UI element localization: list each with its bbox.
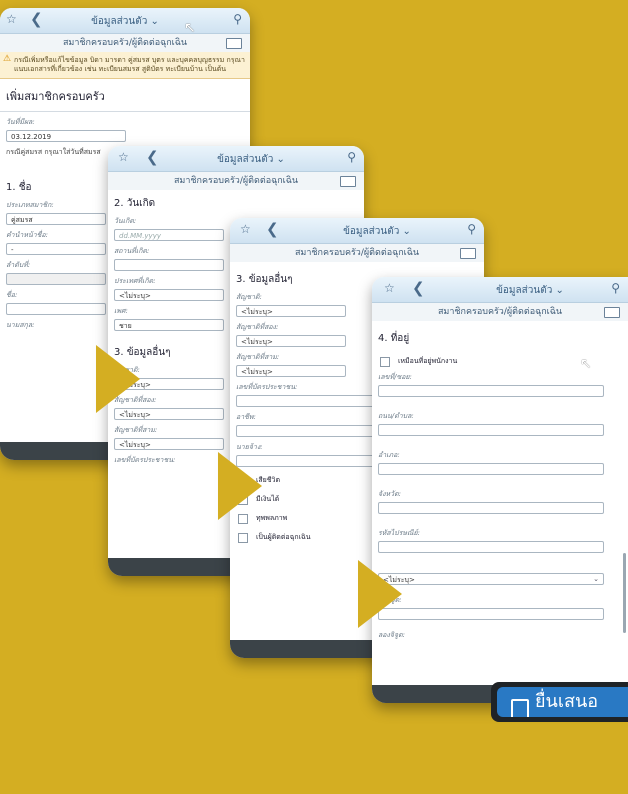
card-icon[interactable] bbox=[604, 307, 620, 318]
submit-button-frame: ยื่นเสนอ bbox=[491, 682, 628, 722]
sub-title: สมาชิกครอบครัว/ผู้ติดต่อฉุกเฉิน bbox=[294, 248, 420, 258]
divider bbox=[0, 111, 250, 112]
document-icon bbox=[511, 699, 529, 717]
mouse-cursor-icon: ↖ bbox=[580, 356, 592, 372]
chevron-down-icon[interactable]: ⌄ bbox=[593, 573, 599, 585]
title-bar: ☆ ❮ ข้อมูลส่วนตัว ⌄ ⚲ bbox=[0, 8, 250, 34]
submit-button[interactable]: ยื่นเสนอ bbox=[497, 687, 628, 717]
arrow-icon bbox=[218, 452, 262, 520]
sub-title: สมาชิกครอบครัว/ผู้ติดต่อฉุกเฉิน bbox=[62, 38, 188, 48]
title-bar: ☆ ❮ ข้อมูลส่วนตัว ⌄ ⚲ bbox=[372, 277, 628, 303]
title-bar: ☆ ❮ ข้อมูลส่วนตัว ⌄ ⚲ bbox=[230, 218, 484, 244]
title-bar: ☆ ❮ ข้อมูลส่วนตัว ⌄ ⚲ bbox=[108, 146, 364, 172]
search-icon[interactable]: ⚲ bbox=[347, 150, 356, 164]
province-label: จังหวัด: bbox=[378, 490, 401, 498]
user-icon[interactable]: ☆ bbox=[384, 281, 395, 295]
job-input[interactable] bbox=[236, 425, 376, 437]
warning-box: ⚠ กรณีเพิ่มหรือแก้ไขข้อมูล บิดา มารดา คู่… bbox=[0, 52, 250, 79]
zip-input[interactable] bbox=[378, 541, 604, 553]
sub-header: สมาชิกครอบครัว/ผู้ติดต่อฉุกเฉิน bbox=[108, 172, 364, 191]
add-member-heading: เพิ่มสมาชิกครอบครัว bbox=[6, 90, 105, 103]
province-input[interactable] bbox=[378, 502, 604, 514]
district-input[interactable] bbox=[378, 463, 604, 475]
checkbox-box[interactable] bbox=[238, 532, 248, 543]
zip-label: รหัสไปรษณีย์: bbox=[378, 529, 420, 537]
card-icon[interactable] bbox=[460, 248, 476, 259]
nationality2-select[interactable]: <ไม่ระบุ> bbox=[236, 335, 346, 347]
card-icon[interactable] bbox=[340, 176, 356, 187]
warning-icon: ⚠ bbox=[3, 54, 12, 64]
warning-text: กรณีเพิ่มหรือแก้ไขข้อมูล บิดา มารดา คู่ส… bbox=[14, 56, 245, 73]
sub-header: สมาชิกครอบครัว/ผู้ติดต่อฉุกเฉิน bbox=[230, 244, 484, 263]
order-input[interactable] bbox=[6, 273, 106, 285]
country-select[interactable]: <ไม่ระบุ> bbox=[114, 289, 224, 301]
scrollbar[interactable] bbox=[623, 553, 626, 633]
road-input[interactable] bbox=[378, 424, 604, 436]
header-title[interactable]: ข้อมูลส่วนตัว ⌄ bbox=[0, 14, 250, 29]
submit-label: ยื่นเสนอ bbox=[535, 691, 599, 712]
sub-title: สมาชิกครอบครัว/ผู้ติดต่อฉุกเฉิน bbox=[437, 307, 563, 317]
first-name-input[interactable] bbox=[6, 303, 106, 315]
nationality3-select[interactable]: <ไม่ระบุ> bbox=[114, 438, 224, 450]
nationality3-select[interactable]: <ไม่ระบุ> bbox=[236, 365, 346, 377]
search-icon[interactable]: ⚲ bbox=[467, 222, 476, 236]
header-title[interactable]: ข้อมูลส่วนตัว ⌄ bbox=[138, 152, 364, 167]
dob-input[interactable]: dd.MM.yyyy bbox=[114, 229, 224, 241]
search-icon[interactable]: ⚲ bbox=[233, 12, 242, 26]
header-title[interactable]: ข้อมูลส่วนตัว ⌄ bbox=[270, 224, 484, 239]
prefix-select[interactable]: - bbox=[6, 243, 106, 255]
sub-title: สมาชิกครอบครัว/ผู้ติดต่อฉุกเฉิน bbox=[173, 176, 299, 186]
district-label: อำเภอ: bbox=[378, 451, 400, 459]
id-card-input[interactable] bbox=[236, 395, 376, 407]
longitude-label: ลองจิจูด: bbox=[378, 631, 406, 639]
arrow-icon bbox=[96, 345, 140, 413]
sub-header: สมาชิกครอบครัว/ผู้ติดต่อฉุกเฉิน bbox=[0, 34, 250, 53]
effective-date-input[interactable]: 03.12.2019 bbox=[6, 130, 126, 142]
section-address: 4. ที่อยู่ bbox=[378, 333, 410, 344]
sex-select[interactable]: ชาย bbox=[114, 319, 224, 331]
house-no-input[interactable] bbox=[378, 385, 604, 397]
window-4: ☆ ❮ ข้อมูลส่วนตัว ⌄ ⚲ สมาชิกครอบครัว/ผู้… bbox=[372, 277, 628, 703]
card-icon[interactable] bbox=[226, 38, 242, 49]
member-type-select[interactable]: คู่สมรส bbox=[6, 213, 106, 225]
country-select[interactable]: <ไม่ระบุ> ⌄ bbox=[378, 573, 604, 585]
mouse-cursor-icon: ↖ bbox=[184, 20, 196, 36]
latitude-label: ละติจูด: bbox=[378, 596, 402, 604]
nationality-select[interactable]: <ไม่ระบุ> bbox=[236, 305, 346, 317]
effective-date-label: วันที่มีผล: bbox=[6, 118, 35, 126]
arrow-icon bbox=[358, 560, 402, 628]
search-icon[interactable]: ⚲ bbox=[611, 281, 620, 295]
form-body: 4. ที่อยู่ เหมือนที่อยู่พนักงาน เลขที่/ซ… bbox=[372, 321, 628, 685]
sub-header: สมาชิกครอบครัว/ผู้ติดต่อฉุกเฉิน bbox=[372, 303, 628, 322]
pob-input[interactable] bbox=[114, 259, 224, 271]
road-label: ถนน/ตำบล: bbox=[378, 412, 414, 420]
checkbox-label: เป็นผู้ติดต่อฉุกเฉิน bbox=[256, 533, 311, 541]
header-title[interactable]: ข้อมูลส่วนตัว ⌄ bbox=[432, 283, 628, 298]
latitude-input[interactable] bbox=[378, 608, 604, 620]
section-birth: 2. วันเกิด bbox=[114, 198, 156, 209]
user-icon[interactable]: ☆ bbox=[240, 222, 251, 236]
user-icon[interactable]: ☆ bbox=[118, 150, 129, 164]
checkbox-box[interactable] bbox=[380, 356, 390, 367]
back-icon[interactable]: ❮ bbox=[412, 279, 425, 297]
checkbox-label: เหมือนที่อยู่พนักงาน bbox=[398, 357, 458, 365]
house-no-label: เลขที่/ซอย: bbox=[378, 373, 412, 381]
